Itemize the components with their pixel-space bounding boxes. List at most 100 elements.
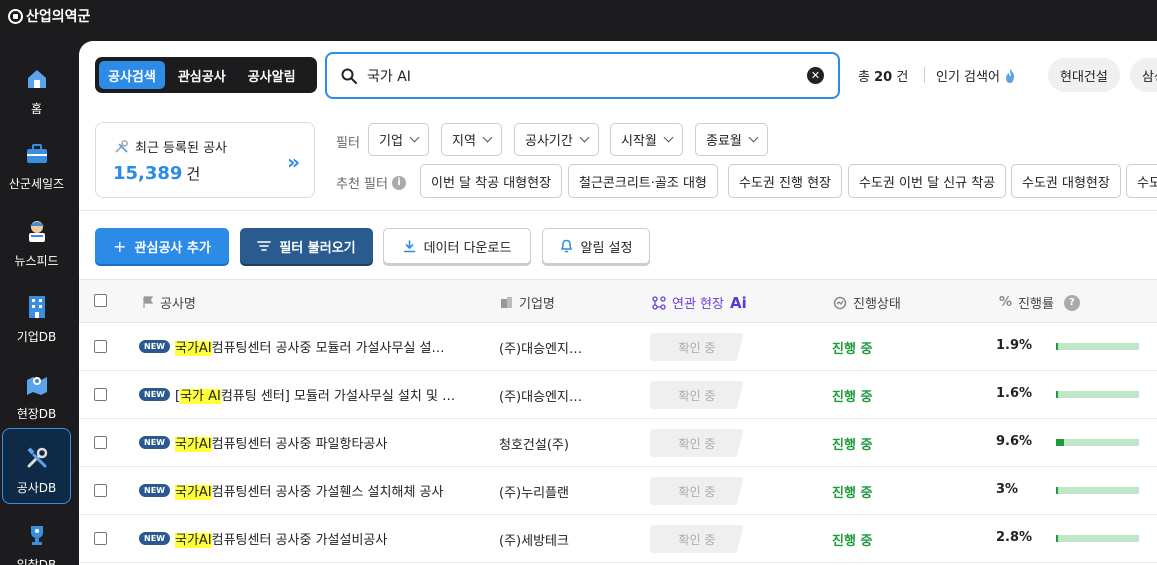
divider <box>924 67 925 83</box>
column-header-name[interactable]: 공사명 <box>142 293 196 312</box>
progress-bar-fill <box>1056 535 1059 542</box>
total-prefix: 총 <box>858 70 870 85</box>
alert-settings-button[interactable]: 알림 설정 <box>542 228 650 264</box>
construction-name[interactable]: NEW 국가AI컴퓨팅센터 공사중 모듈러 가설사무실 설… <box>139 337 474 356</box>
recommended-filter-label: 추천 필터 i <box>336 173 406 192</box>
row-checkbox[interactable] <box>94 340 107 353</box>
column-label: 진행률 <box>1018 297 1054 312</box>
building-icon <box>28 296 45 318</box>
tab-group: 공사검색 관심공사 공사알림 <box>95 57 317 93</box>
row-checkbox[interactable] <box>94 388 107 401</box>
plus-icon: + <box>113 236 127 256</box>
search-input[interactable] <box>367 67 807 84</box>
column-header-company[interactable]: 기업명 <box>500 293 555 312</box>
result-total: 총 20 건 <box>858 66 908 85</box>
progress-bar-fill <box>1056 487 1059 494</box>
tools-icon <box>115 140 128 153</box>
dropdown-label: 종료월 <box>706 134 742 149</box>
clear-search-icon[interactable]: ✕ <box>807 67 824 84</box>
site-map-icon <box>26 377 47 395</box>
filter-company-dropdown[interactable]: 기업 <box>368 123 429 156</box>
select-all-checkbox[interactable] <box>94 294 107 307</box>
name-rest: 컴퓨팅센터 공사중 가설휀스 설치해체 공사 <box>211 485 444 500</box>
new-badge: NEW <box>139 340 170 353</box>
company-name[interactable]: (주)대승엔지… <box>499 338 599 357</box>
dropdown-label: 기업 <box>379 134 403 149</box>
company-name[interactable]: 청호건설(주) <box>499 434 599 453</box>
recommended-filter-chip[interactable]: 수도권 진행 현장 <box>728 164 842 198</box>
filter-period-dropdown[interactable]: 공사기간 <box>514 123 599 156</box>
recommended-filter-text: 추천 필터 <box>336 177 388 192</box>
sidebar-item-bid-db[interactable]: 입찰DB <box>2 506 71 565</box>
construction-name[interactable]: NEW 국가AI컴퓨팅센터 공사중 파일항타공사 <box>139 433 474 452</box>
search-highlight: 국가AI <box>174 485 212 500</box>
row-checkbox[interactable] <box>94 436 107 449</box>
tab-interest-construction[interactable]: 관심공사 <box>169 61 235 89</box>
recent-construction-card[interactable]: 최근 등록된 공사 15,389 건 » <box>95 122 315 198</box>
related-site-status: 확인 중 <box>650 525 744 553</box>
recommended-filter-chip[interactable]: 수도권 이번 달 신규 착공 <box>848 164 1007 198</box>
column-header-progress[interactable]: % 진행률 ? <box>999 293 1080 312</box>
progress-value: 3% <box>996 482 1019 497</box>
construction-name[interactable]: NEW [국가 AI컴퓨팅 센터] 모듈러 가설사무실 설치 및 … <box>139 385 474 404</box>
related-site-status: 확인 중 <box>650 381 744 409</box>
load-filter-button[interactable]: 필터 불러오기 <box>240 228 373 264</box>
recommended-filter-chip[interactable]: 수도권 <box>1126 164 1157 198</box>
sidebar-item-company-db[interactable]: 기업DB <box>2 278 71 354</box>
add-interest-button[interactable]: + 관심공사 추가 <box>95 228 229 264</box>
recommended-filter-chip[interactable]: 이번 달 착공 대형현장 <box>420 164 563 198</box>
filter-region-dropdown[interactable]: 지역 <box>441 123 502 156</box>
briefcase-icon <box>26 144 47 163</box>
recommended-filter-chip[interactable]: 수도권 대형현장 <box>1011 164 1121 198</box>
progress-value: 9.6% <box>996 434 1033 449</box>
sidebar-item-sales[interactable]: 산군세일즈 <box>2 125 71 201</box>
construction-name[interactable]: NEW 국가AI컴퓨팅센터 공사중 가설설비공사 <box>139 529 474 548</box>
filter-start-month-dropdown[interactable]: 시작월 <box>610 123 683 156</box>
progress-value: 2.8% <box>996 530 1033 545</box>
info-icon[interactable]: i <box>391 175 406 190</box>
building-icon <box>501 297 512 308</box>
recent-unit: 건 <box>186 165 201 183</box>
company-name[interactable]: (주)대승엔지… <box>499 386 599 405</box>
double-chevron-right-icon[interactable]: » <box>287 150 300 174</box>
row-checkbox[interactable] <box>94 532 107 545</box>
table-row[interactable]: NEW [국가 AI컴퓨팅 센터] 모듈러 가설사무실 설치 및 … (주)대승엔지… <box>79 371 1157 419</box>
tab-construction-search[interactable]: 공사검색 <box>99 61 165 89</box>
popular-chip[interactable]: 현대건설 <box>1048 58 1120 92</box>
recent-count: 15,389 <box>113 163 183 184</box>
company-name[interactable]: (주)누리플랜 <box>499 482 599 501</box>
table-row[interactable]: NEW 국가AI컴퓨팅센터 공사중 모듈러 가설사무실 설… (주)대승엔지… 확인 … <box>79 323 1157 371</box>
table-row[interactable]: NEW 국가AI컴퓨팅센터 공사중 파일항타공사 청호건설(주) 확인 중 진행 중 9.… <box>79 419 1157 467</box>
row-checkbox[interactable] <box>94 484 107 497</box>
divider <box>79 210 1157 211</box>
sidebar-item-newsfeed[interactable]: 뉴스피드 <box>2 202 71 278</box>
progress-value: 1.9% <box>996 338 1033 353</box>
table-row[interactable]: NEW 국가AI컴퓨팅센터 공사중 가설설비공사 (주)세방테크 확인 중 진행 중 2.… <box>79 515 1157 563</box>
popular-label: 인기 검색어 <box>936 70 1000 85</box>
download-data-button[interactable]: 데이터 다운로드 <box>383 228 531 264</box>
company-name[interactable]: (주)세방테크 <box>499 530 599 549</box>
progress-bar <box>1056 391 1139 398</box>
help-icon[interactable]: ? <box>1063 294 1080 311</box>
table-row[interactable]: NEW 국가AI컴퓨팅센터 공사중 가설휀스 설치해체 공사 (주)누리플랜 확인 중… <box>79 467 1157 515</box>
dropdown-label: 공사기간 <box>525 134 573 149</box>
download-icon <box>403 239 415 252</box>
construction-name[interactable]: NEW 국가AI컴퓨팅센터 공사중 가설휀스 설치해체 공사 <box>139 481 474 500</box>
popular-chip[interactable]: 삼성 <box>1130 58 1157 92</box>
column-header-related-site[interactable]: 연관 현장 Ai <box>652 293 747 312</box>
main-panel: 공사검색 관심공사 공사알림 ✕ 총 20 건 인기 검색어 현대건설 삼성 최… <box>79 41 1157 565</box>
tab-construction-alert[interactable]: 공사알림 <box>239 61 305 89</box>
name-rest: 컴퓨팅센터 공사중 모듈러 가설사무실 설… <box>211 341 445 356</box>
related-site-status: 확인 중 <box>650 477 744 505</box>
sidebar-item-home[interactable]: 홈 <box>2 50 71 126</box>
filter-end-month-dropdown[interactable]: 종료월 <box>695 123 768 156</box>
app-logo[interactable]: 산업의역군 <box>8 6 90 26</box>
new-badge: NEW <box>139 436 170 449</box>
recommended-filter-chip[interactable]: 철근콘크리트·골조 대형 <box>568 164 718 198</box>
column-header-status[interactable]: 진행상태 <box>833 293 901 312</box>
sidebar-item-construction-db[interactable]: 공사DB <box>2 428 71 504</box>
sidebar-item-site-db[interactable]: 현장DB <box>2 355 71 431</box>
search-icon <box>341 68 357 84</box>
news-icon <box>28 221 45 242</box>
column-label: 진행상태 <box>853 297 901 312</box>
